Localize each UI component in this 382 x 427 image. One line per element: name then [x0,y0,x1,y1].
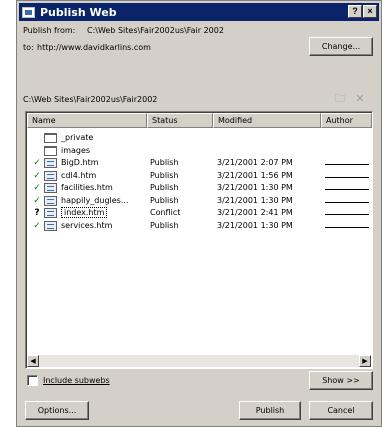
include-subwebs-checkbox[interactable] [27,375,38,386]
help-button[interactable]: ? [348,5,362,18]
folder-up-icon[interactable]: 🗀 [333,93,347,105]
file-row[interactable]: ? index.htm Conflict 3/21/2001 2:41 PM [27,207,371,219]
file-modified: 3/21/2001 2:41 PM [217,208,293,217]
file-name: cdl4.htm [61,170,141,182]
file-name-text: facilities.htm [61,183,113,192]
file-name: images [61,145,141,157]
options-button[interactable]: Options... [25,401,89,420]
web-window-icon [22,6,35,18]
file-author-blank [325,207,369,215]
file-name-text: _private [61,133,94,142]
file-name-text: index.htm [61,207,108,218]
file-status: Publish [150,158,179,167]
publish-from-path: C:\Web Sites\Fair2002us\Fair 2002 [87,26,224,35]
file-author-blank [325,170,369,178]
file-modified: 3/21/2001 1:30 PM [217,220,293,230]
file-author-blank [325,157,369,165]
column-header-author[interactable]: Author [321,113,372,128]
conflict-icon: ? [34,208,40,218]
show-button[interactable]: Show >> [309,371,373,390]
file-name-text: images [61,145,91,155]
file-author-blank [325,220,369,228]
file-author-blank [325,195,369,203]
folder-icon [44,133,57,143]
dialog-title: Publish Web [40,5,117,19]
file-status: Conflict [150,208,181,217]
column-header-status[interactable]: Status [147,113,213,128]
checkmark-icon: ✓ [33,170,41,181]
file-status: Publish [150,170,179,180]
file-name: services.htm [61,220,141,232]
change-button[interactable]: Change... [309,37,373,56]
file-modified: 3/21/2001 1:30 PM [217,183,293,192]
file-row[interactable]: ✓ cdl4.htm Publish 3/21/2001 1:56 PM [27,170,371,182]
column-header-name[interactable]: Name [27,113,147,128]
column-header-modified[interactable]: Modified [213,113,321,128]
file-row[interactable]: ✓ BigD.htm Publish 3/21/2001 2:07 PM [27,157,371,169]
delete-x-icon[interactable]: ✕ [353,93,367,105]
publish-to-label: to: [23,43,34,52]
close-button[interactable]: × [363,5,377,18]
checkmark-icon: ✓ [33,183,41,193]
checkmark-icon: ✓ [33,195,41,206]
file-name: facilities.htm [61,182,141,194]
current-folder-path: C:\Web Sites\Fair2002us\Fair2002 [23,95,158,104]
publish-web-dialog: Publish Web ? × Publish from: C:\Web Sit… [16,0,382,427]
file-name-text: services.htm [61,220,113,230]
include-subwebs-label: Include subwebs [43,376,110,385]
file-status: Publish [150,195,179,205]
file-row[interactable]: ✓ services.htm Publish 3/21/2001 1:30 PM [27,220,371,232]
file-modified: 3/21/2001 1:56 PM [217,170,293,180]
publish-from-label: Publish from: [23,26,76,35]
file-modified: 3/21/2001 1:30 PM [217,195,293,205]
file-name: index.htm [61,207,141,219]
title-bar: Publish Web ? × [19,3,379,21]
file-name-text: BigD.htm [61,158,99,167]
checkmark-icon: ✓ [33,220,41,231]
file-name: _private [61,132,141,144]
file-row[interactable]: _private [27,132,371,144]
web-page-icon [44,208,57,218]
file-row[interactable]: images [27,145,371,157]
file-status: Publish [150,220,179,230]
file-name-text: happily_dugles... [61,195,129,205]
file-list[interactable]: Name Status Modified Author _privateimag… [25,111,373,369]
file-name-text: cdl4.htm [61,170,97,180]
horizontal-scrollbar[interactable]: ◀ ▶ [27,355,371,367]
file-row[interactable]: ✓ facilities.htm Publish 3/21/2001 1:30 PM [27,182,371,194]
publish-to-url: http://www.davidkarlins.com [37,43,151,52]
cancel-button[interactable]: Cancel [309,401,373,420]
checkmark-icon: ✓ [33,158,41,168]
file-row[interactable]: ✓ happily_dugles... Publish 3/21/2001 1:30 … [27,195,371,207]
folder-icon [44,145,57,156]
file-name: happily_dugles... [61,195,141,207]
scroll-left-icon[interactable]: ◀ [27,355,39,367]
file-author-blank [325,182,369,190]
web-page-icon [44,170,57,181]
file-modified: 3/21/2001 2:07 PM [217,158,293,167]
file-status: Publish [150,183,179,192]
publish-button[interactable]: Publish [239,401,301,420]
file-name: BigD.htm [61,157,141,169]
web-page-icon [44,220,57,231]
web-page-icon [44,183,57,193]
web-page-icon [44,195,57,206]
scroll-right-icon[interactable]: ▶ [359,355,371,367]
web-page-icon [44,158,57,168]
